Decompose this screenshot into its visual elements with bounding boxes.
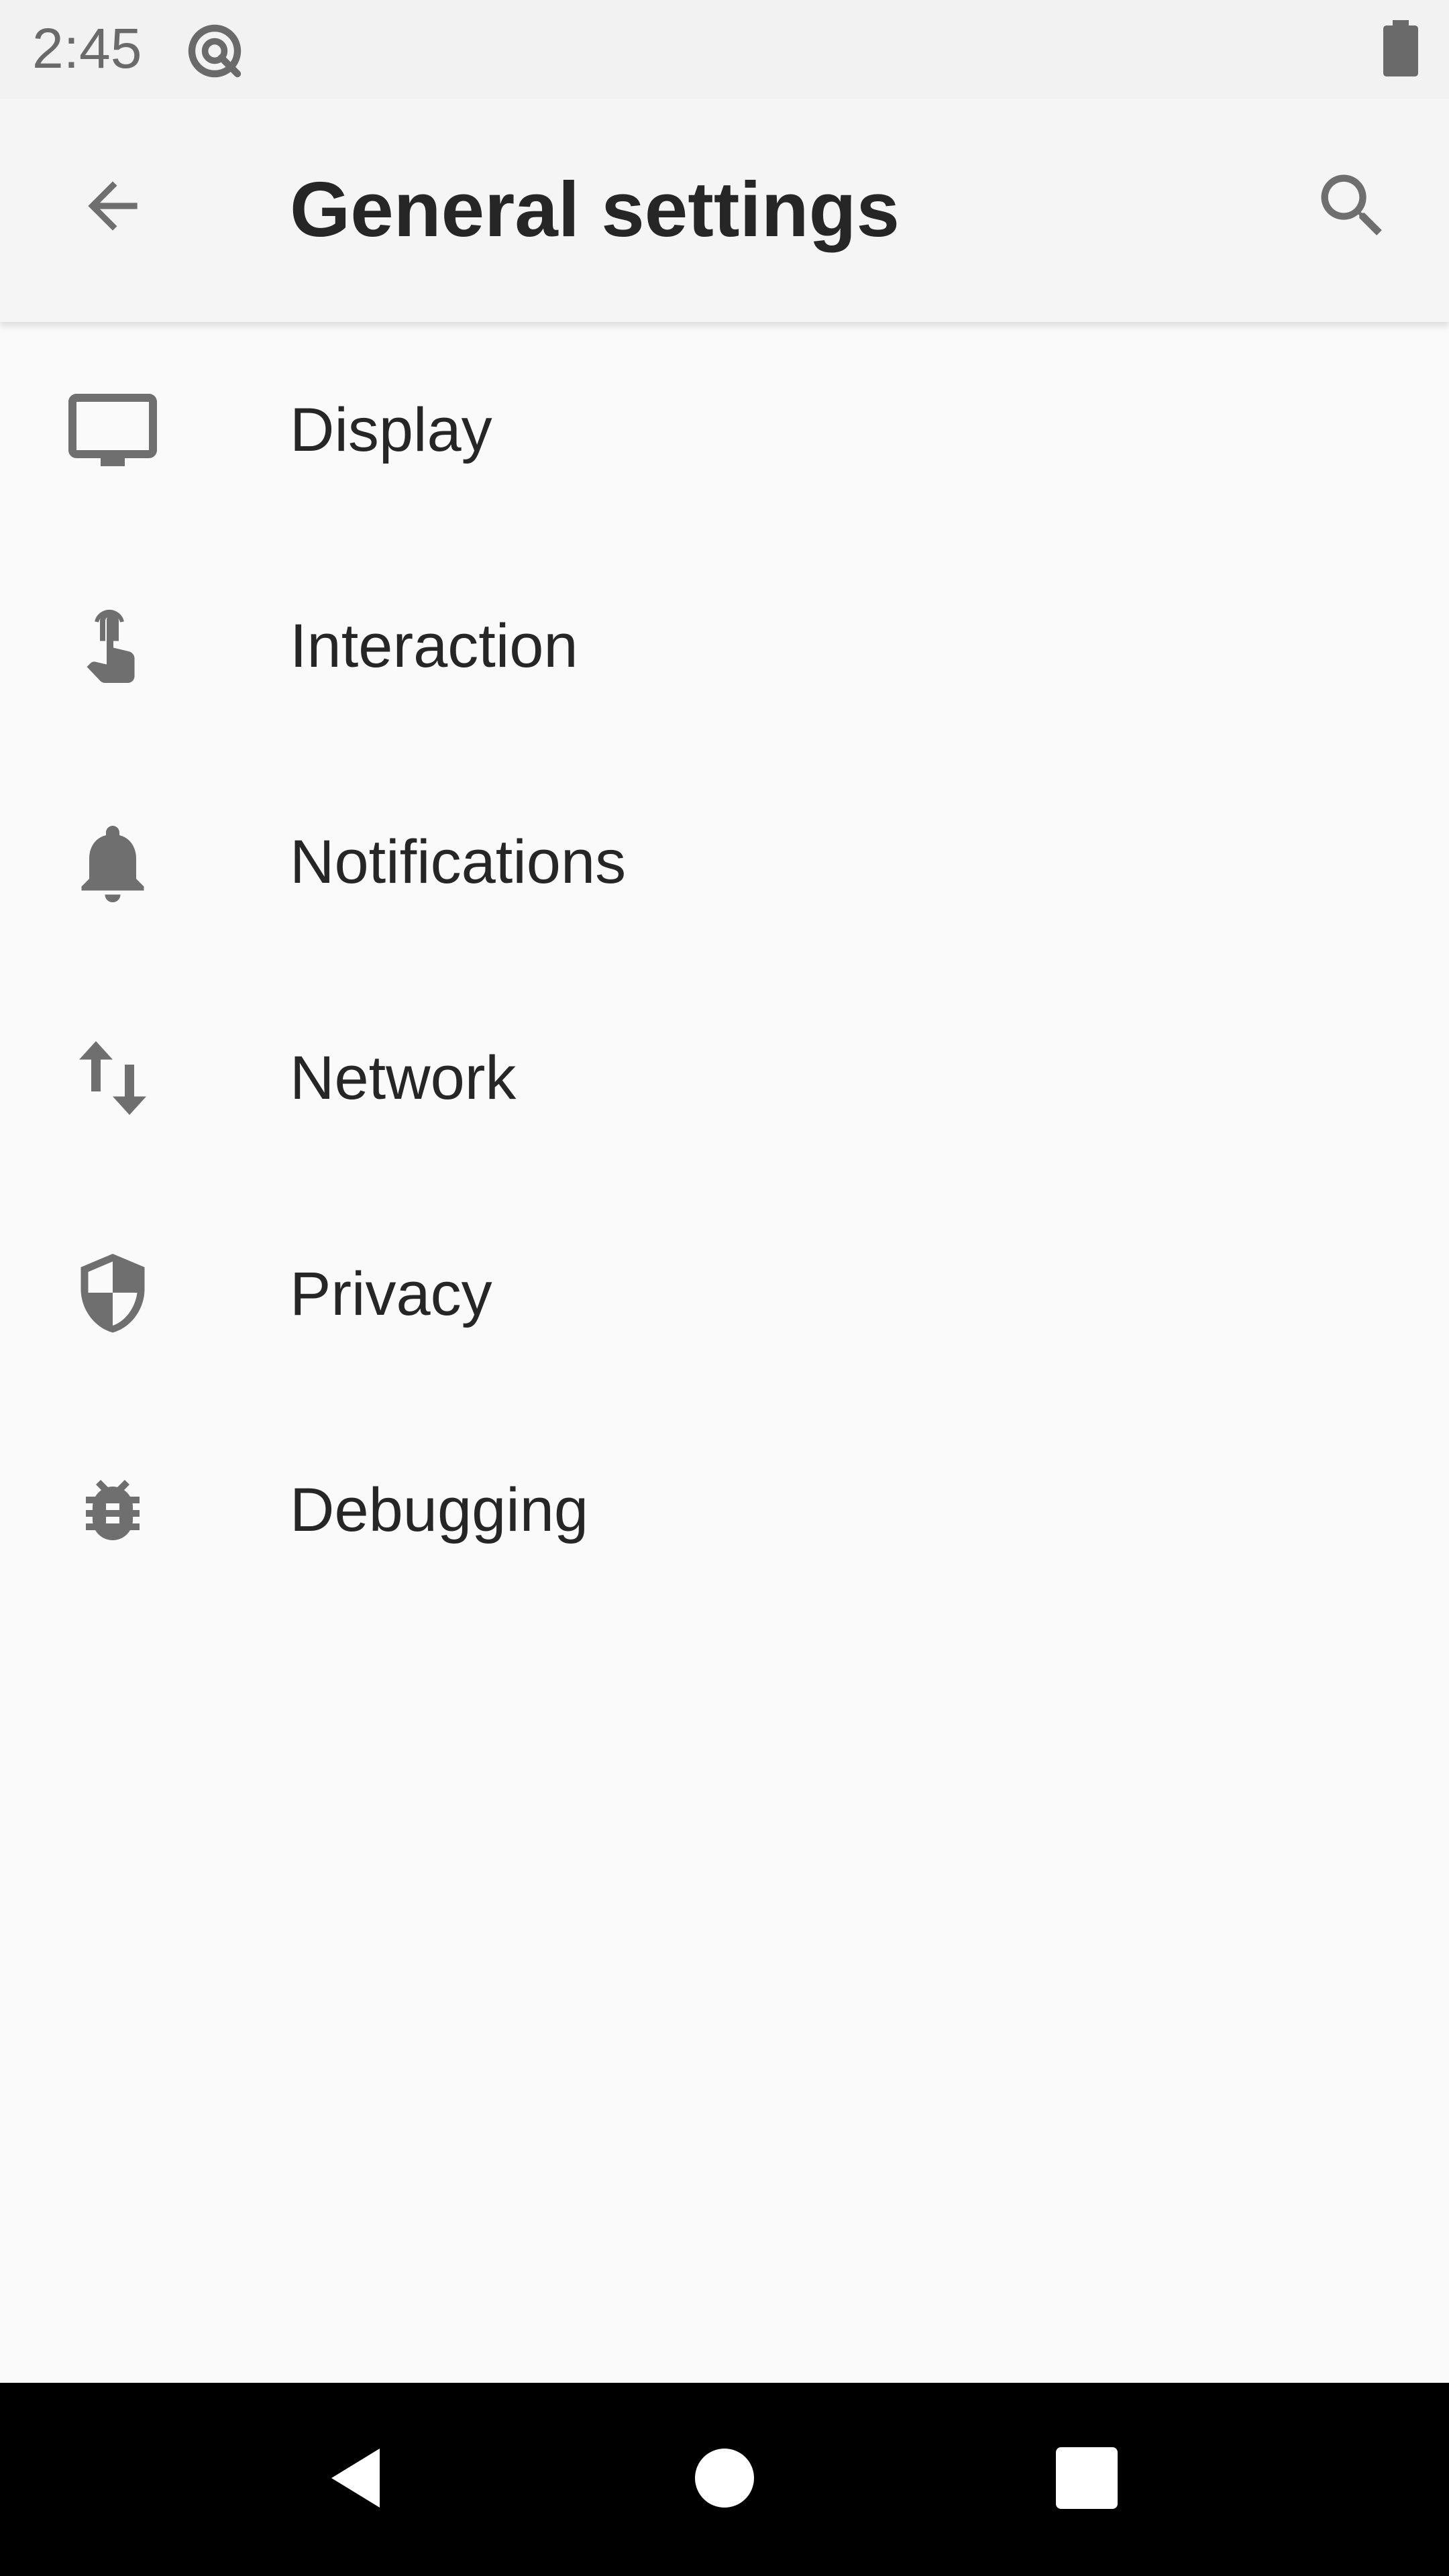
settings-item-label: Notifications [290, 828, 627, 896]
back-triangle-icon [326, 2445, 390, 2515]
settings-item-notifications[interactable]: Notifications [0, 754, 1449, 970]
arrow-back-icon [76, 169, 150, 246]
screen: 2:45 General settings Display Interactio… [0, 0, 1449, 2576]
nav-home-button[interactable] [644, 2383, 805, 2576]
back-button[interactable] [64, 159, 161, 256]
settings-item-label: Debugging [290, 1476, 589, 1544]
home-circle-icon [695, 2448, 754, 2511]
shield-icon [64, 1254, 161, 1334]
search-icon [1311, 164, 1394, 251]
q-circle-icon [182, 19, 247, 83]
settings-item-label: Privacy [290, 1260, 492, 1328]
bug-icon [64, 1470, 161, 1550]
settings-item-privacy[interactable]: Privacy [0, 1186, 1449, 1402]
settings-item-interaction[interactable]: Interaction [0, 538, 1449, 754]
bell-icon [64, 822, 161, 902]
status-time: 2:45 [32, 17, 142, 80]
monitor-icon [64, 390, 161, 470]
search-button[interactable] [1304, 159, 1401, 256]
settings-item-label: Network [290, 1044, 517, 1112]
settings-item-label: Interaction [290, 612, 578, 680]
settings-item-display[interactable]: Display [0, 322, 1449, 538]
touch-hand-icon [64, 606, 161, 686]
nav-back-button[interactable] [278, 2383, 439, 2576]
battery-icon [1381, 20, 1421, 76]
status-bar: 2:45 [0, 0, 1449, 99]
settings-list: Display Interaction Notifications Networ… [0, 322, 1449, 1618]
settings-item-label: Display [290, 396, 492, 464]
nav-recents-button[interactable] [1006, 2383, 1167, 2576]
settings-item-debugging[interactable]: Debugging [0, 1402, 1449, 1618]
swap-vertical-icon [64, 1038, 161, 1118]
page-title: General settings [290, 166, 900, 253]
app-bar: General settings [0, 99, 1449, 322]
recents-square-icon [1056, 2447, 1118, 2512]
settings-item-network[interactable]: Network [0, 970, 1449, 1186]
system-nav-bar [0, 2383, 1449, 2576]
